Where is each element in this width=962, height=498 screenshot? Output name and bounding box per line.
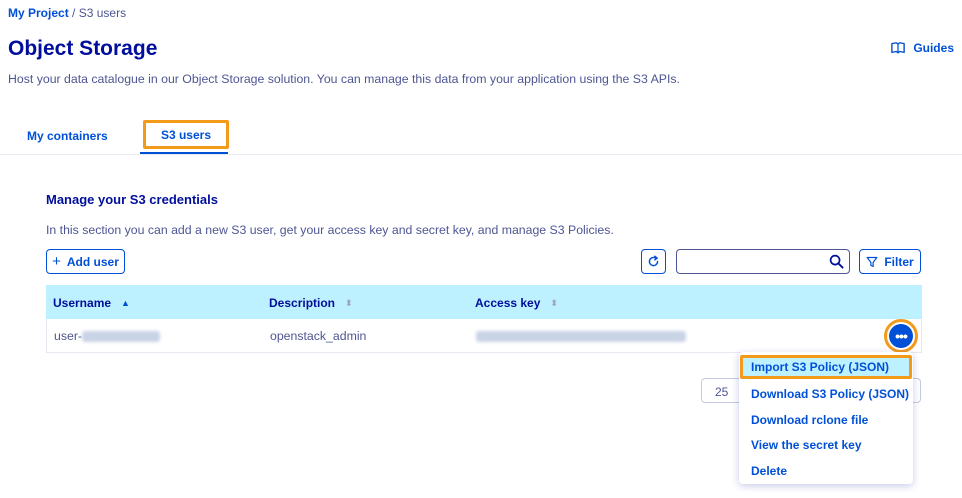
table-row: user- openstack_admin	[46, 319, 922, 353]
guides-link[interactable]: Guides	[891, 41, 954, 55]
menu-item-import-s3-policy[interactable]: Import S3 Policy (JSON)	[740, 355, 912, 379]
column-header-username[interactable]: Username ▲	[53, 296, 130, 310]
menu-item-download-rclone-file[interactable]: Download rclone file	[751, 413, 868, 427]
guides-label: Guides	[913, 41, 954, 55]
more-options-icon: •••	[889, 324, 913, 348]
s3-users-table: Username ▲ Description ⬍ Access key ⬍ us…	[46, 285, 922, 353]
active-tab-indicator	[140, 152, 228, 154]
search-input[interactable]	[676, 249, 850, 274]
section-description: In this section you can add a new S3 use…	[46, 223, 614, 237]
column-header-description[interactable]: Description ⬍	[269, 296, 353, 310]
filter-button[interactable]: Filter	[859, 249, 921, 274]
page-size-value: 25	[715, 385, 729, 399]
filter-icon	[866, 256, 878, 267]
search-icon[interactable]	[829, 254, 844, 269]
sort-icon: ⬍	[550, 297, 558, 308]
filter-label: Filter	[884, 254, 914, 269]
row-actions-button[interactable]: •••	[884, 319, 918, 353]
column-header-access-key[interactable]: Access key ⬍	[475, 296, 558, 310]
description-cell: openstack_admin	[270, 329, 367, 343]
tab-s3-users[interactable]: S3 users	[143, 120, 229, 149]
sort-icon: ⬍	[345, 297, 353, 308]
intro-text: Host your data catalogue in our Object S…	[8, 72, 680, 86]
redacted-access-key	[476, 331, 686, 343]
menu-item-delete[interactable]: Delete	[751, 464, 787, 478]
tab-my-containers[interactable]: My containers	[27, 129, 108, 143]
sort-icon: ▲	[121, 298, 130, 308]
refresh-icon	[648, 255, 659, 267]
row-actions-menu: Import S3 Policy (JSON) Download S3 Poli…	[739, 352, 913, 484]
redacted-username	[82, 331, 161, 343]
book-icon	[891, 42, 906, 54]
breadcrumb: My Project / S3 users	[8, 6, 126, 20]
add-user-label: Add user	[66, 254, 119, 269]
username-cell: user-	[54, 329, 161, 343]
menu-item-download-s3-policy[interactable]: Download S3 Policy (JSON)	[751, 387, 909, 401]
add-user-button[interactable]: + Add user	[46, 249, 125, 274]
access-key-cell	[476, 329, 686, 343]
tabs-bar: My containers S3 users	[0, 118, 962, 155]
refresh-button[interactable]	[641, 249, 666, 274]
breadcrumb-separator: /	[72, 6, 76, 20]
breadcrumb-project-link[interactable]: My Project	[8, 6, 69, 20]
breadcrumb-current: S3 users	[78, 6, 127, 20]
section-title: Manage your S3 credentials	[46, 192, 218, 207]
plus-icon: +	[52, 253, 61, 270]
table-header: Username ▲ Description ⬍ Access key ⬍	[46, 285, 922, 319]
menu-item-view-secret-key[interactable]: View the secret key	[751, 438, 862, 452]
page-title: Object Storage	[8, 37, 158, 60]
